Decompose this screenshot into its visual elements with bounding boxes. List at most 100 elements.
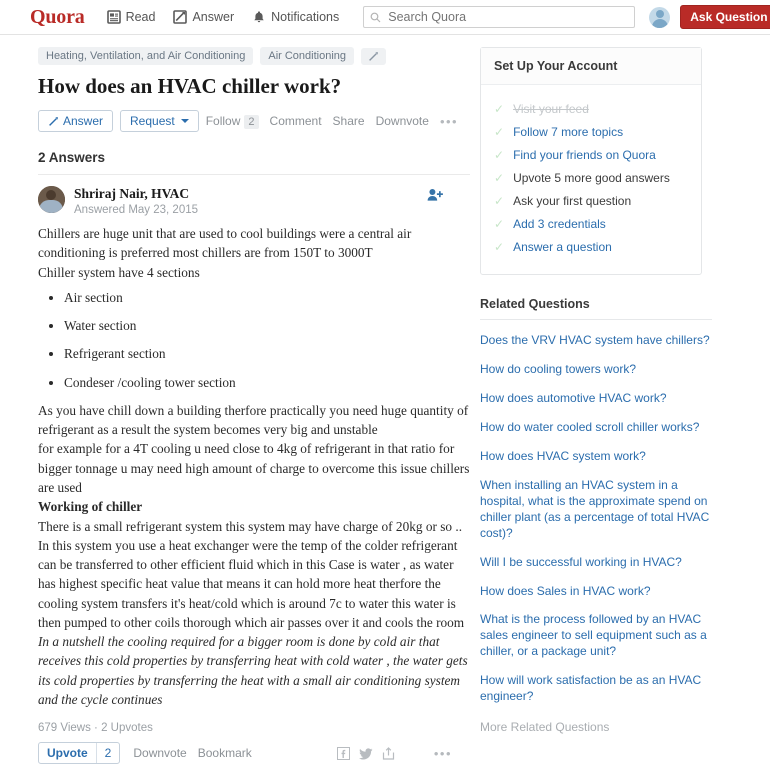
page-title: How does an HVAC chiller work? (38, 74, 342, 98)
top-navigation-bar: Quora Read Answer Notifications Search Q… (0, 0, 770, 35)
related-questions-section: Related Questions Does the VRV HVAC syst… (480, 297, 712, 734)
answer-button[interactable]: Answer (38, 110, 114, 133)
setup-item-follow-topics[interactable]: ✓ Follow 7 more topics (494, 125, 688, 140)
setup-item-label: Add 3 credentials (513, 217, 606, 231)
setup-item-label: Ask your first question (513, 194, 632, 208)
answer-paragraph: Chillers are huge unit that are used to … (38, 226, 412, 261)
setup-account-card: Set Up Your Account ✓ Visit your feed ✓ … (480, 47, 702, 275)
answer-paragraph: Chiller system have 4 sections (38, 264, 200, 280)
main-column: Heating, Ventilation, and Air Conditioni… (0, 35, 470, 764)
check-icon: ✓ (494, 171, 505, 185)
setup-item-label: Find your friends on Quora (513, 148, 656, 162)
answer-date: Answered May 23, 2015 (74, 204, 199, 217)
setup-item-find-friends[interactable]: ✓ Find your friends on Quora (494, 148, 688, 163)
related-questions-title: Related Questions (480, 297, 712, 320)
follow-label: Follow (205, 114, 241, 129)
answer-body: Chillers are huge unit that are used to … (38, 224, 470, 709)
answer-paragraph-italic: In a nutshell the cooling required for a… (38, 634, 468, 707)
answer-author-name[interactable]: Shriraj Nair, HVAC (74, 186, 198, 203)
pencil-icon (368, 51, 379, 62)
question-more-options[interactable]: ••• (440, 114, 458, 129)
related-question-link[interactable]: How do cooling towers work? (480, 362, 712, 378)
setup-item-ask-question[interactable]: ✓ Ask your first question (494, 194, 688, 209)
list-item: Refrigerant section (64, 344, 470, 363)
list-item: Water section (64, 316, 470, 335)
answer-paragraph: for example for a 4T cooling u need clos… (38, 441, 470, 495)
list-item: Air section (64, 288, 470, 307)
search-box[interactable] (363, 6, 636, 28)
avatar[interactable] (38, 186, 65, 214)
related-question-link[interactable]: How does Sales in HVAC work? (480, 584, 712, 600)
answer-stats: 679 Views · 2 Upvotes (38, 722, 153, 735)
share-button[interactable]: Share (333, 114, 365, 128)
page-body: Heating, Ventilation, and Air Conditioni… (0, 35, 770, 764)
facebook-icon[interactable] (336, 746, 350, 760)
check-icon: ✓ (494, 194, 505, 208)
related-question-link[interactable]: How does HVAC system work? (480, 449, 712, 465)
twitter-icon[interactable] (358, 747, 373, 760)
answer-bullet-list: Air section Water section Refrigerant se… (38, 288, 470, 392)
related-question-link[interactable]: Does the VRV HVAC system have chillers? (480, 333, 712, 349)
setup-item-add-credentials[interactable]: ✓ Add 3 credentials (494, 217, 688, 232)
edit-topics-button[interactable] (361, 47, 387, 65)
setup-item-visit-feed[interactable]: ✓ Visit your feed (494, 102, 688, 117)
answer-paragraph: There is a small refrigerant system this… (38, 518, 465, 630)
answer-paragraph: As you have chill down a building therfo… (38, 402, 469, 438)
request-button-label: Request (130, 114, 175, 129)
more-dots-icon[interactable]: ••• (434, 746, 452, 761)
follow-count: 2 (244, 115, 259, 130)
share-icon[interactable] (382, 746, 395, 760)
search-input[interactable] (386, 9, 629, 25)
related-question-link[interactable]: Will I be successful working in HVAC? (480, 555, 712, 571)
setup-item-upvote-answers[interactable]: ✓ Upvote 5 more good answers (494, 171, 688, 186)
topic-tag[interactable]: Air Conditioning (260, 47, 355, 65)
nav-label-answer: Answer (192, 10, 235, 24)
answer-footer: Upvote 2 Downvote Bookmark ••• (38, 742, 470, 764)
nav-item-read[interactable]: Read (106, 10, 155, 24)
upvote-button[interactable]: Upvote (39, 743, 96, 763)
answers-heading: 2 Answers (38, 150, 106, 166)
related-question-link[interactable]: How does automotive HVAC work? (480, 391, 712, 407)
related-question-link[interactable]: When installing an HVAC system in a hosp… (480, 478, 712, 542)
check-icon: ✓ (494, 102, 505, 116)
check-icon: ✓ (494, 148, 505, 162)
comment-button[interactable]: Comment (270, 114, 322, 128)
follow-button[interactable]: Follow 2 (205, 114, 259, 130)
list-item: Condeser /cooling tower section (64, 373, 470, 392)
nav-item-notifications[interactable]: Notifications (252, 10, 339, 24)
read-icon (106, 10, 121, 24)
topic-tag[interactable]: Heating, Ventilation, and Air Conditioni… (38, 47, 254, 65)
bookmark-button[interactable]: Bookmark (198, 746, 252, 760)
setup-item-label: Follow 7 more topics (513, 125, 624, 139)
related-question-link[interactable]: How will work satisfaction be as an HVAC… (480, 673, 712, 705)
downvote-button[interactable]: Downvote (376, 114, 429, 128)
setup-item-label: Answer a question (513, 240, 612, 254)
ask-question-button[interactable]: Ask Question (680, 5, 770, 29)
quora-logo[interactable]: Quora (30, 7, 85, 27)
search-icon (370, 12, 381, 23)
setup-account-title: Set Up Your Account (481, 48, 701, 85)
upvote-count[interactable]: 2 (97, 743, 120, 763)
check-icon: ✓ (494, 125, 505, 139)
topic-tag-list: Heating, Ventilation, and Air Conditioni… (38, 47, 470, 65)
answer-downvote-button[interactable]: Downvote (133, 746, 186, 760)
related-question-link[interactable]: How do water cooled scroll chiller works… (480, 420, 712, 436)
check-icon: ✓ (494, 217, 505, 231)
setup-item-answer-question[interactable]: ✓ Answer a question (494, 240, 688, 255)
follow-user-icon[interactable] (427, 188, 444, 205)
answer-subheading: Working of chiller (38, 499, 143, 515)
answer-button-label: Answer (63, 114, 104, 129)
pencil-icon (48, 116, 59, 127)
answer-pencil-icon (173, 10, 188, 24)
chevron-down-icon (180, 119, 189, 124)
nav-label-notifications: Notifications (271, 10, 340, 24)
more-related-questions-link[interactable]: More Related Questions (480, 720, 712, 734)
nav-item-answer[interactable]: Answer (173, 10, 234, 24)
right-sidebar: Set Up Your Account ✓ Visit your feed ✓ … (470, 35, 720, 764)
related-question-link[interactable]: What is the process followed by an HVAC … (480, 612, 712, 660)
check-icon: ✓ (494, 240, 505, 254)
user-avatar[interactable] (649, 6, 671, 28)
request-button[interactable]: Request (120, 110, 199, 133)
setup-item-label: Visit your feed (513, 102, 589, 116)
upvote-control[interactable]: Upvote 2 (38, 742, 121, 764)
